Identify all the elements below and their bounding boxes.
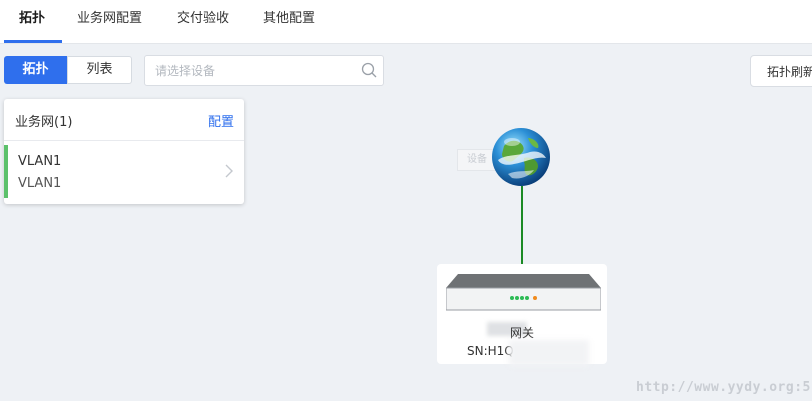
device-search-input[interactable] bbox=[153, 61, 357, 81]
list-view-button[interactable]: 列表 bbox=[67, 56, 132, 84]
search-icon[interactable] bbox=[361, 62, 377, 78]
gateway-device-card[interactable]: 网关 SN:H1Q bbox=[437, 264, 607, 366]
vlan-list-item[interactable]: VLAN1 VLAN1 bbox=[4, 145, 244, 198]
vlan-name: VLAN1 bbox=[18, 154, 62, 169]
topology-refresh-button[interactable]: 拓扑刷新 bbox=[750, 55, 812, 87]
gateway-device-icon bbox=[446, 274, 601, 311]
internet-globe-icon[interactable] bbox=[490, 126, 552, 188]
vlan-subtitle: VLAN1 bbox=[18, 176, 62, 191]
network-link-line bbox=[521, 186, 523, 264]
chevron-right-icon bbox=[225, 164, 233, 178]
device-name: 网关 bbox=[509, 326, 534, 340]
redacted-serial-block bbox=[509, 340, 589, 366]
active-tab-indicator bbox=[4, 40, 62, 43]
vlan-status-bar bbox=[4, 145, 8, 198]
device-serial-number: SN:H1Q bbox=[467, 344, 514, 358]
panel-title: 业务网(1) bbox=[15, 115, 73, 130]
tab-other-config[interactable]: 其他配置 bbox=[263, 0, 315, 43]
top-tab-bar: 拓扑 业务网配置 交付验收 其他配置 bbox=[0, 0, 812, 44]
topology-view-button[interactable]: 拓扑 bbox=[4, 56, 67, 84]
business-network-panel: 业务网(1) 配置 VLAN1 VLAN1 bbox=[4, 99, 244, 204]
device-search[interactable] bbox=[144, 55, 384, 86]
panel-header: 业务网(1) 配置 bbox=[4, 99, 244, 141]
tab-delivery-acceptance[interactable]: 交付验收 bbox=[177, 0, 229, 43]
watermark-text: http://www.yydy.org:5 bbox=[636, 380, 811, 395]
panel-config-link[interactable]: 配置 bbox=[208, 111, 234, 130]
tab-topology[interactable]: 拓扑 bbox=[19, 0, 45, 43]
tab-business-network-config[interactable]: 业务网配置 bbox=[77, 0, 142, 43]
